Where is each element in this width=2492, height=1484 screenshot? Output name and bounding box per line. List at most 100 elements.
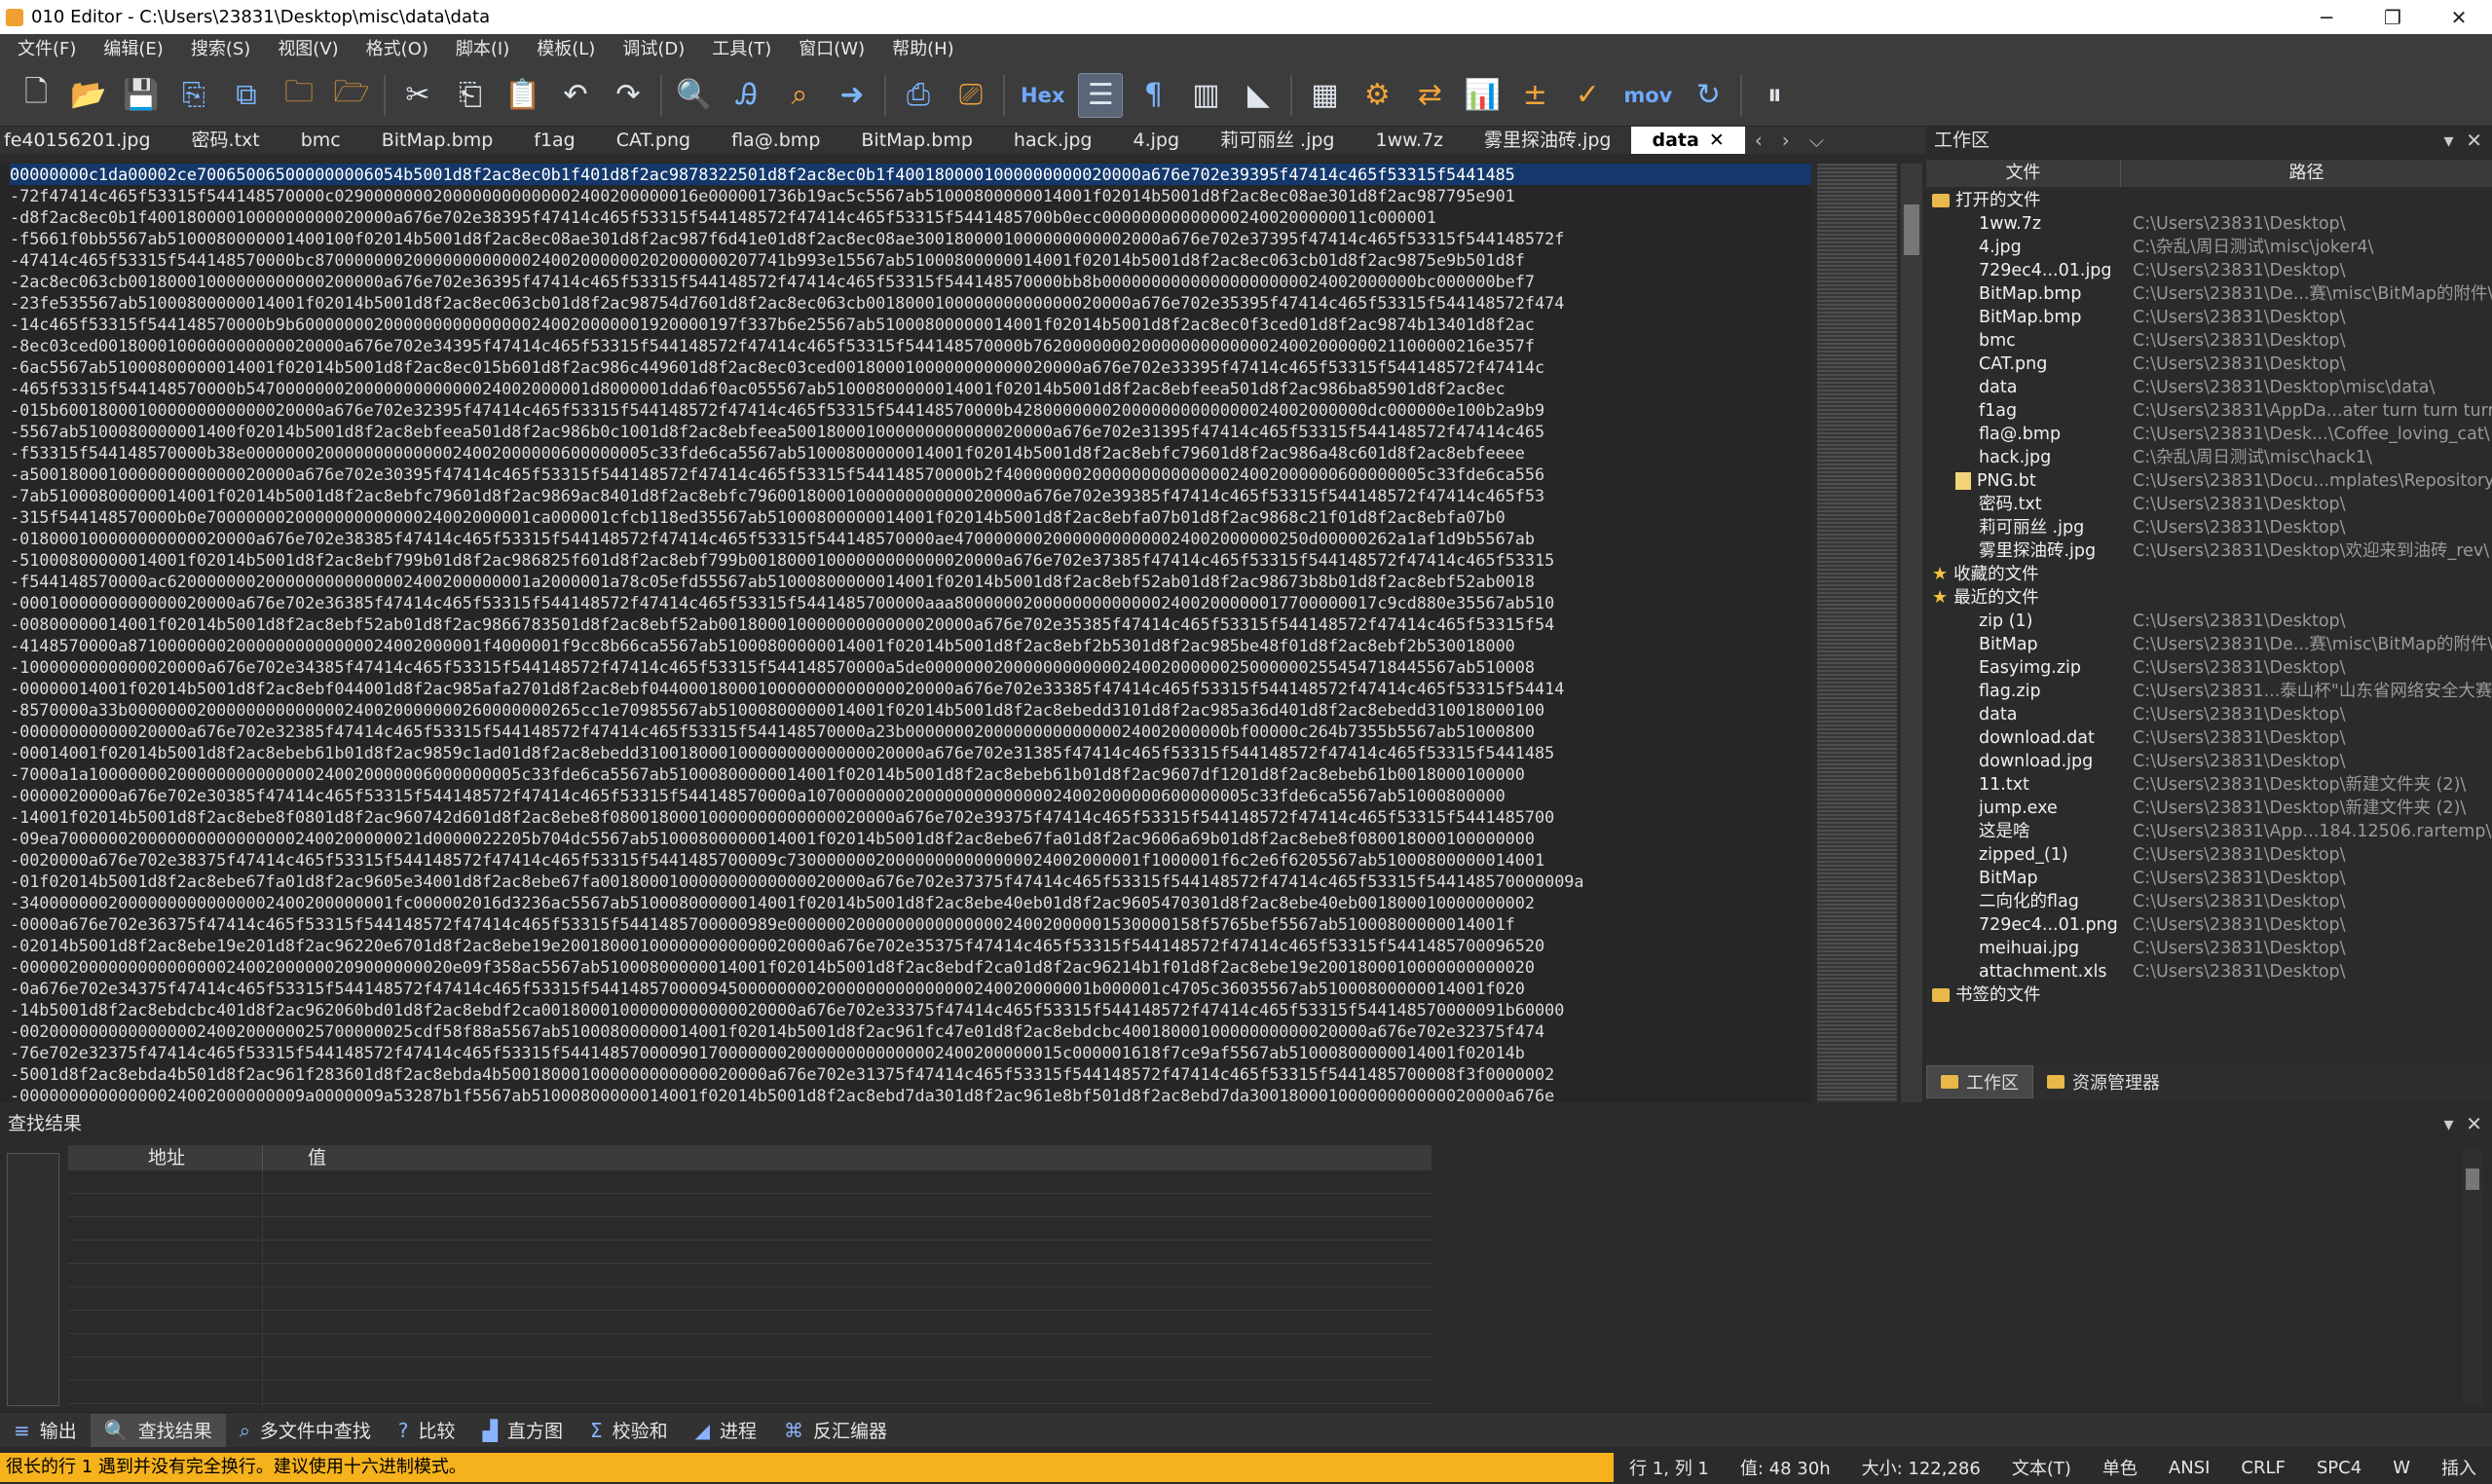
editor-line[interactable]: -4148570000a8710000000200000000000000240… xyxy=(10,635,1811,656)
status-color-mode[interactable]: 单色 xyxy=(2087,1455,2153,1480)
editor-line[interactable]: -0020000a676e702e38375f47414c465f53315f5… xyxy=(10,849,1811,871)
editor-line[interactable]: -8ec03ced0018000100000000000020000a676e7… xyxy=(10,335,1811,356)
workspace-file-row[interactable]: meihuai.jpg C:\Users\23831\Desktop\ xyxy=(1926,937,2492,960)
workspace-file-row[interactable]: zipped_(1) C:\Users\23831\Desktop\ xyxy=(1926,843,2492,867)
goto-icon[interactable]: ➜ xyxy=(830,73,874,118)
editor-line[interactable]: -0000a676e702e36375f47414c465f53315f5441… xyxy=(10,913,1811,935)
hex-mode-button[interactable]: Hex xyxy=(1015,73,1070,118)
workspace-file-row[interactable]: 这是啥 C:\Users\23831\App...184.12506.rartem… xyxy=(1926,820,2492,843)
workspace-file-row[interactable]: download.jpg C:\Users\23831\Desktop\ xyxy=(1926,750,2492,773)
file-tab[interactable]: f1ag xyxy=(513,127,595,154)
workspace-file-row[interactable]: 雾里探油砖.jpg C:\Users\23831\Desktop\欢迎来到油砖_r… xyxy=(1926,539,2492,563)
menu-edit[interactable]: 编辑(E) xyxy=(90,34,176,64)
editor-line[interactable]: -000002000000000000000240020000002090000… xyxy=(10,956,1811,978)
workspace-file-row[interactable]: 密码.txt C:\Users\23831\Desktop\ xyxy=(1926,493,2492,516)
editor-line[interactable]: -f53315f544148570000b38e0000000200000000… xyxy=(10,442,1811,464)
workspace-file-row[interactable]: 莉可丽丝 .jpg C:\Users\23831\Desktop\ xyxy=(1926,516,2492,539)
workspace-file-row[interactable]: 4.jpg C:\杂乱\周日测试\misc\joker4\ xyxy=(1926,236,2492,259)
pause-icon[interactable]: ⏸ xyxy=(1752,73,1797,118)
editor-line[interactable]: 00000000c1da00002ce700650065000000006054… xyxy=(10,164,1811,185)
tab-checksum[interactable]: Σ 校验和 xyxy=(577,1414,682,1447)
editor-line[interactable]: -02014b5001d8f2ac8ebe19e201d8f2ac96220e6… xyxy=(10,935,1811,956)
find-panel-controls[interactable]: ▾ ✕ xyxy=(2443,1106,2482,1141)
editor-line[interactable]: -f5661f0bb5567ab5100080000001400100f0201… xyxy=(10,228,1811,249)
workspace-file-row[interactable]: BitMap C:\Users\23831\Desktop\ xyxy=(1926,867,2492,890)
workspace-file-row[interactable]: PNG.bt C:\Users\23831\Docu...mplates\Repo… xyxy=(1926,469,2492,493)
cut-icon[interactable]: ✂ xyxy=(395,73,440,118)
tab-process[interactable]: ◢ 进程 xyxy=(682,1414,770,1447)
workspace-file-row[interactable]: f1ag C:\Users\23831\AppDa...ater turn tur… xyxy=(1926,399,2492,423)
tab-find-results[interactable]: 🔍 查找结果 xyxy=(90,1413,226,1447)
file-tab[interactable]: fla@.bmp xyxy=(711,127,840,154)
workspace-group[interactable]: 打开的文件 xyxy=(1926,189,2492,212)
editor-line[interactable]: -14001f02014b5001d8f2ac8ebe8f0801d8f2ac9… xyxy=(10,806,1811,828)
operations-icon[interactable]: ± xyxy=(1512,73,1557,118)
editor-line[interactable]: -d8f2ac8ec0b1f4001800001000000000020000a… xyxy=(10,206,1811,228)
workspace-file-row[interactable]: CAT.png C:\Users\23831\Desktop\ xyxy=(1926,352,2492,376)
find-in-files-icon[interactable]: ⌕ xyxy=(777,73,822,118)
calculator-icon[interactable]: ▦ xyxy=(1302,73,1347,118)
show-whitespace-icon[interactable]: ¶ xyxy=(1131,73,1175,118)
editor-line[interactable]: -0000020000a676e702e30385f47414c465f5331… xyxy=(10,785,1811,806)
status-insert-mode[interactable]: 插入 xyxy=(2426,1455,2492,1480)
checksum-icon[interactable]: ✓ xyxy=(1565,73,1610,118)
editor-line[interactable]: -018000100000000000020000a676e702e38385f… xyxy=(10,528,1811,549)
close-button[interactable]: ✕ xyxy=(2426,0,2492,34)
status-word-wrap[interactable]: W xyxy=(2377,1458,2426,1478)
find-results-table[interactable]: 地址 值 xyxy=(68,1145,1432,1410)
tab-explorer[interactable]: 资源管理器 xyxy=(2033,1065,2174,1098)
menu-format[interactable]: 格式(O) xyxy=(353,34,442,64)
file-tab[interactable]: 4.jpg xyxy=(1112,127,1200,154)
tab-workspace[interactable]: 工作区 xyxy=(1926,1065,2033,1098)
editor-line[interactable]: -0001000000000000020000a676e702e36385f47… xyxy=(10,592,1811,613)
editor-line[interactable]: -015b600180001000000000000020000a676e702… xyxy=(10,399,1811,421)
editor-line[interactable]: -7000a1a10000000200000000000000240020000… xyxy=(10,763,1811,785)
file-tab[interactable]: CAT.png xyxy=(596,127,711,154)
file-tab[interactable]: 莉可丽丝 .jpg xyxy=(1200,127,1355,154)
menu-file[interactable]: 文件(F) xyxy=(4,34,90,64)
editor-line[interactable]: -01f02014b5001d8f2ac8ebe67fa01d8f2ac9605… xyxy=(10,871,1811,892)
workspace-group[interactable]: 书签的文件 xyxy=(1926,983,2492,1007)
tab-data-active[interactable]: data ✕ xyxy=(1631,127,1745,154)
run-template-icon[interactable]: ⎙ xyxy=(896,73,941,118)
editor-line[interactable]: -72f47414c465f53315f544148570000c0290000… xyxy=(10,185,1811,206)
workspace-file-row[interactable]: 1ww.7z C:\Users\23831\Desktop\ xyxy=(1926,212,2492,236)
editor-line[interactable]: -09ea70000002000000000000000024002000000… xyxy=(10,828,1811,849)
workspace-file-row[interactable]: data C:\Users\23831\Desktop\misc\data\ xyxy=(1926,376,2492,399)
status-line-ending[interactable]: CRLF xyxy=(2225,1458,2300,1478)
workspace-file-row[interactable]: 11.txt C:\Users\23831\Desktop\新建文件夹 (2)\ xyxy=(1926,773,2492,797)
maximize-button[interactable]: ❐ xyxy=(2360,0,2426,34)
column-address[interactable]: 地址 xyxy=(68,1145,263,1170)
status-encoding[interactable]: ANSI xyxy=(2153,1458,2226,1478)
editor-minimap[interactable] xyxy=(1817,164,1897,1102)
editor-line[interactable]: -1000000000000020000a676e702e34385f47414… xyxy=(10,656,1811,678)
file-tab[interactable]: bmc xyxy=(280,127,361,154)
scrollbar-thumb[interactable] xyxy=(2466,1169,2479,1190)
menu-view[interactable]: 视图(V) xyxy=(264,34,352,64)
workspace-file-row[interactable]: fla@.bmp C:\Users\23831\Desk...\Coffee_lo… xyxy=(1926,423,2492,446)
columns-icon[interactable]: ▥ xyxy=(1183,73,1228,118)
workspace-group[interactable]: ★ 收藏的文件 xyxy=(1926,563,2492,586)
menu-debug[interactable]: 调试(D) xyxy=(609,34,698,64)
workspace-file-row[interactable]: BitMap.bmp C:\Users\23831\De...赛\misc\Bit… xyxy=(1926,282,2492,306)
editor-line[interactable]: -002000000000000000240020000002570000002… xyxy=(10,1020,1811,1042)
workspace-file-row[interactable]: attachment.xls C:\Users\23831\Desktop\ xyxy=(1926,960,2492,983)
save-as-icon[interactable]: ⎘ xyxy=(171,73,216,118)
editor-line[interactable]: -23fe535567ab51000800000014001f02014b500… xyxy=(10,292,1811,314)
find-icon[interactable]: 🔍 xyxy=(672,73,717,118)
find-results-scrollbar[interactable] xyxy=(2463,1149,2482,1406)
editor-line[interactable]: -00800000014001f02014b5001d8f2ac8ebf52ab… xyxy=(10,613,1811,635)
status-position[interactable]: 行 1, 列 1 xyxy=(1614,1455,1725,1480)
open-file-icon[interactable]: 📂 xyxy=(66,73,111,118)
editor-line[interactable]: -00000000000020000a676e702e32385f47414c4… xyxy=(10,721,1811,742)
tab-output[interactable]: ≡ 输出 xyxy=(0,1414,91,1447)
editor-scrollbar[interactable] xyxy=(1901,164,1922,1102)
file-tab[interactable]: 1ww.7z xyxy=(1356,127,1465,154)
redo-icon[interactable]: ↷ xyxy=(606,73,651,118)
editor-line[interactable]: -5001d8f2ac8ebda4b501d8f2ac961f283601d8f… xyxy=(10,1063,1811,1085)
file-tab[interactable]: 雾里探油砖.jpg xyxy=(1464,127,1631,154)
menu-window[interactable]: 窗口(W) xyxy=(785,34,878,64)
column-value[interactable]: 值 xyxy=(263,1145,1432,1170)
editor-line[interactable]: -14b5001d8f2ac8ebdcbc401d8f2ac962060bd01… xyxy=(10,999,1811,1020)
save-icon[interactable]: 💾 xyxy=(119,73,164,118)
